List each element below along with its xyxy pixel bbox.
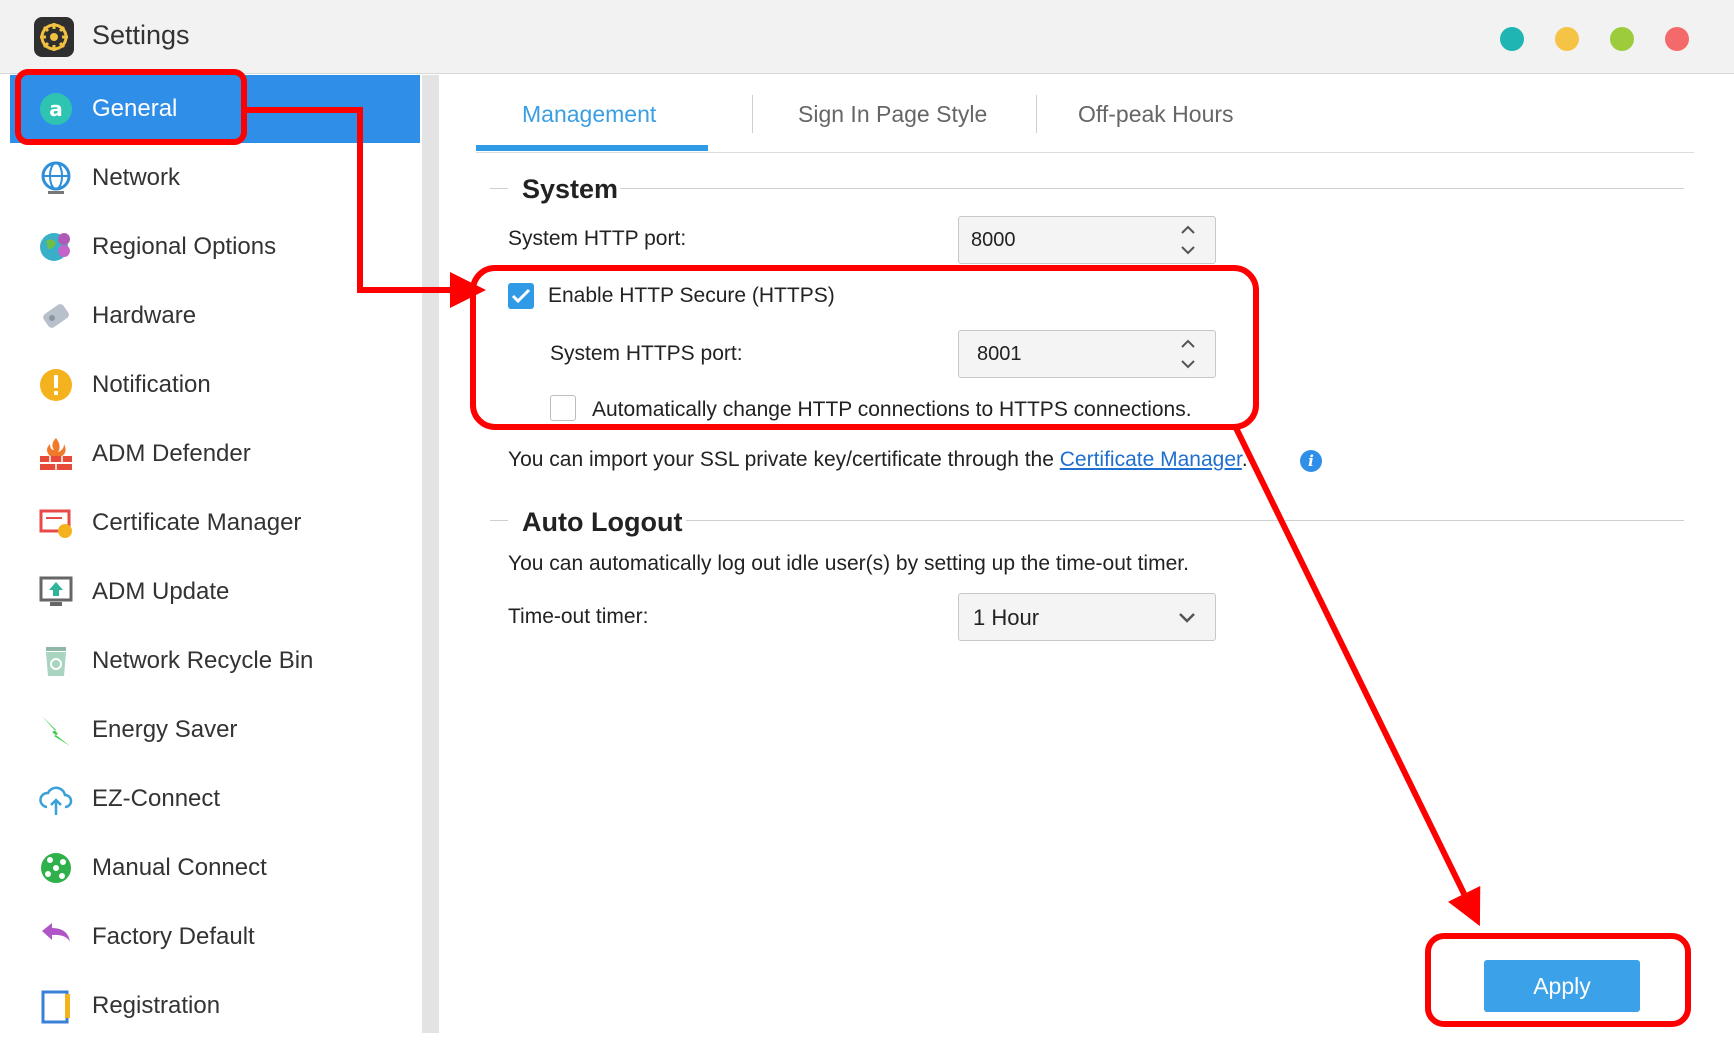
sidebar-item-label: Energy Saver: [92, 716, 238, 743]
http-port-value: 8000: [971, 229, 1016, 251]
https-enable-checkbox[interactable]: [508, 283, 534, 309]
tab-divider: [1036, 95, 1037, 133]
active-tab-indicator: [476, 145, 708, 151]
https-enable-label: Enable HTTP Secure (HTTPS): [548, 284, 835, 307]
close-button[interactable]: [1665, 27, 1689, 51]
window-title: Settings: [92, 20, 190, 50]
https-port-value: 8001: [977, 343, 1022, 365]
sidebar-item-ez-connect[interactable]: EZ-Connect: [10, 765, 420, 833]
ssl-note: You can import your SSL private key/cert…: [508, 448, 1248, 472]
registration-icon: [36, 986, 76, 1026]
certificate-manager-link[interactable]: Certificate Manager: [1060, 448, 1242, 471]
section-divider: [686, 520, 1684, 521]
title-bar: Settings: [0, 0, 1734, 74]
sidebar-item-adm-defender[interactable]: ADM Defender: [10, 420, 420, 488]
sidebar-item-registration[interactable]: Registration: [10, 972, 420, 1040]
https-port-spinner[interactable]: 8001: [958, 330, 1216, 378]
sidebar-item-notification[interactable]: Notification: [10, 351, 420, 419]
sidebar-item-label: Network: [92, 164, 181, 191]
sidebar-item-manual-connect[interactable]: Manual Connect: [10, 834, 420, 902]
auto-logout-description: You can automatically log out idle user(…: [508, 552, 1189, 575]
main-panel: Management Sign In Page Style Off-peak H…: [440, 75, 1734, 1043]
hardware-icon: [36, 296, 76, 336]
ssl-note-text: You can import your SSL private key/cert…: [508, 448, 1060, 471]
sidebar-item-network-recycle-bin[interactable]: Network Recycle Bin: [10, 627, 420, 695]
window-control-teal[interactable]: [1500, 27, 1524, 51]
lightning-icon: [36, 710, 76, 750]
tab-off-peak-hours[interactable]: Off-peak Hours: [1078, 101, 1234, 128]
sidebar: a General Network Regional Options Hardw…: [10, 75, 420, 1043]
general-icon: a: [36, 89, 76, 129]
settings-window: Settings a General Network Regional Opti…: [0, 0, 1734, 1043]
info-icon[interactable]: i: [1300, 450, 1322, 472]
update-icon: [36, 572, 76, 612]
cloud-upload-icon: [36, 779, 76, 819]
sidebar-item-label: Registration: [92, 992, 221, 1019]
apply-button[interactable]: Apply: [1484, 960, 1640, 1012]
sidebar-item-factory-default[interactable]: Factory Default: [10, 903, 420, 971]
spinner-arrows-icon[interactable]: [1179, 221, 1197, 259]
sidebar-item-label: ADM Defender: [92, 440, 251, 467]
tab-divider: [752, 95, 753, 133]
timeout-timer-value: 1 Hour: [973, 605, 1040, 630]
sidebar-item-general[interactable]: a General: [10, 75, 420, 143]
auto-redirect-label: Automatically change HTTP connections to…: [592, 398, 1192, 421]
sidebar-item-label: Certificate Manager: [92, 509, 302, 536]
sidebar-item-label: Manual Connect: [92, 854, 267, 881]
sidebar-item-label: EZ-Connect: [92, 785, 221, 812]
globe-icon: [36, 158, 76, 198]
sidebar-item-regional-options[interactable]: Regional Options: [10, 213, 420, 281]
network-sphere-icon: [36, 848, 76, 888]
ssl-note-suffix: .: [1241, 448, 1248, 471]
regional-globe-pin-icon: [36, 227, 76, 267]
tab-management[interactable]: Management: [522, 101, 656, 128]
sidebar-item-network[interactable]: Network: [10, 144, 420, 212]
sidebar-item-adm-update[interactable]: ADM Update: [10, 558, 420, 626]
section-title-auto-logout: Auto Logout: [522, 507, 683, 537]
http-port-label: System HTTP port:: [508, 227, 687, 250]
sidebar-item-label: Network Recycle Bin: [92, 647, 314, 674]
https-port-label: System HTTPS port:: [550, 342, 743, 365]
firewall-icon: [36, 434, 76, 474]
undo-arrow-icon: [36, 917, 76, 957]
svg-text:a: a: [49, 97, 63, 121]
sidebar-item-hardware[interactable]: Hardware: [10, 282, 420, 350]
sidebar-item-label: Notification: [92, 371, 211, 398]
sidebar-item-label: Hardware: [92, 302, 197, 329]
timeout-timer-select[interactable]: 1 Hour: [958, 593, 1216, 641]
settings-app-icon: [34, 17, 74, 57]
timeout-timer-label: Time-out timer:: [508, 605, 649, 628]
sidebar-item-label: Factory Default: [92, 923, 255, 950]
auto-redirect-checkbox[interactable]: [550, 395, 576, 421]
certificate-icon: [36, 503, 76, 543]
section-divider: [620, 188, 1684, 189]
sidebar-item-energy-saver[interactable]: Energy Saver: [10, 696, 420, 764]
minimize-button[interactable]: [1555, 27, 1579, 51]
checkmark-icon: [511, 288, 531, 304]
sidebar-item-label: Regional Options: [92, 233, 277, 260]
section-divider: [490, 188, 508, 189]
spinner-arrows-icon[interactable]: [1179, 335, 1197, 373]
section-title-system: System: [522, 174, 619, 204]
http-port-spinner[interactable]: 8000: [958, 216, 1216, 264]
recycle-bin-icon: [36, 641, 76, 681]
sidebar-item-label: ADM Update: [92, 578, 230, 605]
sidebar-item-certificate-manager[interactable]: Certificate Manager: [10, 489, 420, 557]
tab-sign-in-page-style[interactable]: Sign In Page Style: [798, 101, 987, 128]
maximize-button[interactable]: [1610, 27, 1634, 51]
sidebar-item-label: General: [92, 95, 178, 122]
tab-bar: Management Sign In Page Style Off-peak H…: [476, 75, 1694, 153]
section-divider: [490, 520, 508, 521]
alert-icon: [36, 365, 76, 405]
chevron-down-icon: [1179, 613, 1195, 623]
sidebar-scrollbar[interactable]: [422, 75, 439, 1033]
